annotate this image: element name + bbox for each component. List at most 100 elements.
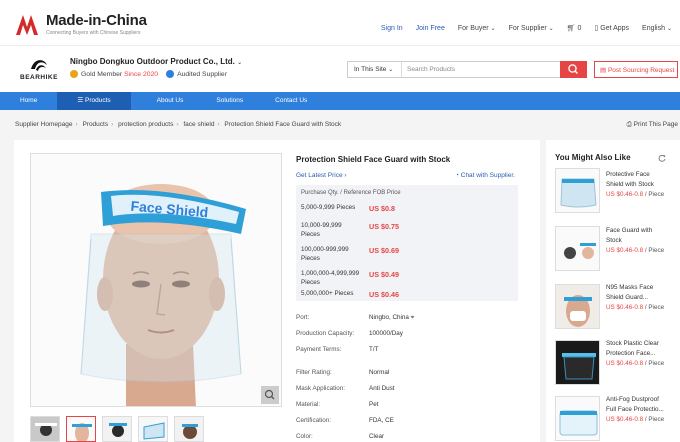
- search-input[interactable]: Search Products: [402, 62, 586, 77]
- related-product-name[interactable]: N95 Masks Face Shield Guard...: [606, 283, 668, 302]
- related-product-image[interactable]: [555, 168, 600, 213]
- price-qty: 10,000-99,999 Pieces: [301, 222, 342, 238]
- related-product-image[interactable]: [555, 284, 600, 329]
- price-value: US $0.8: [369, 204, 395, 213]
- nav-products[interactable]: ☰ Products: [57, 92, 131, 110]
- related-product-name[interactable]: Anti-Fog Dustproof Full Face Protectio..…: [606, 395, 668, 414]
- nav-about-us[interactable]: About Us: [131, 92, 199, 110]
- printer-icon: ⎙: [626, 121, 632, 128]
- gold-member-label: Gold Member: [81, 70, 123, 78]
- product-main-image[interactable]: Face Shield: [30, 153, 282, 407]
- search-scope-select[interactable]: In This Site ⌄: [348, 62, 402, 77]
- related-price-unit: / Piece: [644, 191, 665, 198]
- refresh-icon[interactable]: [658, 154, 666, 162]
- search-button[interactable]: [560, 61, 587, 78]
- related-product-price: US $0.46-0.8 / Piece: [606, 360, 664, 367]
- cart-link[interactable]: 🛒︎ 0: [567, 24, 582, 32]
- chevron-down-icon: ⌄: [237, 60, 243, 66]
- thumbnail[interactable]: [30, 416, 60, 442]
- spec-label: Mask Application:: [296, 385, 346, 392]
- thumbnail-selected[interactable]: [66, 416, 96, 442]
- print-page-link[interactable]: ⎙ Print This Page: [627, 121, 678, 129]
- breadcrumb-item[interactable]: Products: [82, 121, 108, 128]
- mannequin-face-shield-image: Face Shield: [31, 154, 281, 406]
- thumbnail[interactable]: [174, 416, 204, 442]
- related-product-image[interactable]: [555, 340, 600, 385]
- price-table: Purchase Qty. / Reference FOB Price 5,00…: [296, 185, 518, 301]
- related-products-panel: You Might Also Like Protective Face Shie…: [546, 140, 680, 442]
- price-value: US $0.49: [369, 270, 399, 279]
- chevron-right-icon: ›: [111, 121, 114, 128]
- spec-value: FDA, CE: [369, 417, 394, 424]
- menu-icon: ☰: [77, 97, 84, 104]
- spec-label: Port:: [296, 314, 310, 321]
- sign-in-link[interactable]: Sign In: [381, 25, 403, 32]
- price-qty: 1,000,000-4,999,999 Pieces: [301, 270, 360, 286]
- logo-mark-icon: [16, 15, 38, 35]
- nav-products-label: Products: [84, 97, 111, 104]
- get-apps-link[interactable]: ▯ Get Apps: [594, 24, 629, 32]
- spec-value: Normal: [369, 369, 390, 376]
- post-sourcing-request-button[interactable]: ▤ Post Sourcing Request: [594, 61, 678, 78]
- related-product-image[interactable]: [555, 226, 600, 271]
- spec-label: Material:: [296, 401, 321, 408]
- chevron-right-icon: ›: [75, 121, 78, 128]
- nav-home[interactable]: Home: [0, 92, 57, 110]
- member-since: Since 2020: [124, 70, 159, 78]
- main-nav: Home ☰ Products About Us Solutions Conta…: [0, 92, 680, 110]
- related-product-price: US $0.46-0.8 / Piece: [606, 416, 664, 423]
- price-value: US $0.46: [369, 290, 399, 299]
- chevron-down-icon: ⌄: [490, 25, 496, 32]
- product-title: Protection Shield Face Guard with Stock: [296, 155, 451, 164]
- price-value: US $0.75: [369, 222, 399, 231]
- zoom-icon: [264, 389, 275, 400]
- related-price-value: US $0.46-0.8: [606, 191, 644, 198]
- for-buyer-menu[interactable]: For Buyer ⌄: [458, 25, 496, 32]
- breadcrumb-item[interactable]: face shield: [183, 121, 214, 128]
- language-menu[interactable]: English ⌄: [642, 25, 672, 32]
- related-price-value: US $0.46-0.8: [606, 416, 644, 423]
- get-latest-price-link[interactable]: Get Latest Price ›: [296, 172, 347, 179]
- related-product-name[interactable]: Stock Plastic Clear Protection Face...: [606, 339, 668, 358]
- related-price-unit: / Piece: [644, 416, 665, 423]
- join-free-link[interactable]: Join Free: [416, 25, 445, 32]
- brand-name: BEARHIKE: [20, 74, 58, 81]
- spec-label: Filter Rating:: [296, 369, 332, 376]
- nav-contact-us[interactable]: Contact Us: [261, 92, 321, 110]
- related-product-image[interactable]: [555, 396, 600, 441]
- search-scope-label: In This Site: [354, 66, 387, 73]
- nav-solutions[interactable]: Solutions: [198, 92, 261, 110]
- breadcrumb-current: Protection Shield Face Guard with Stock: [224, 121, 342, 128]
- spec-value: 100000/Day: [369, 330, 403, 337]
- language-label: English: [642, 24, 666, 32]
- thumbnail[interactable]: [102, 416, 132, 442]
- zoom-button[interactable]: [261, 386, 279, 404]
- related-price-value: US $0.46-0.8: [606, 247, 644, 254]
- thumbnail-strip: [30, 416, 204, 442]
- spec-label: Certification:: [296, 417, 331, 424]
- company-name[interactable]: Ningbo Dongkuo Outdoor Product Co., Ltd.…: [70, 57, 242, 66]
- related-product-price: US $0.46-0.8 / Piece: [606, 247, 664, 254]
- price-table-header: Purchase Qty. / Reference FOB Price: [301, 190, 401, 196]
- logo-subtitle: Connecting Buyers with Chinese Suppliers: [46, 30, 141, 36]
- related-product-name[interactable]: Face Guard with Stock: [606, 226, 668, 245]
- for-supplier-label: For Supplier: [508, 24, 547, 32]
- phone-icon: ▯: [594, 25, 599, 32]
- brand-logo[interactable]: BEARHIKE: [16, 55, 62, 81]
- chevron-right-icon: ›: [344, 172, 347, 179]
- related-price-unit: / Piece: [644, 360, 665, 367]
- chat-with-supplier-link[interactable]: ◔ Chat with Supplier.: [455, 172, 515, 179]
- chevron-down-icon: ⌄: [388, 67, 394, 73]
- thumbnail[interactable]: [138, 416, 168, 442]
- price-qty: 5,000-9,999 Pieces: [301, 204, 356, 211]
- site-logo[interactable]: Made-in-China Connecting Buyers with Chi…: [16, 12, 147, 36]
- product-panel: Face Shield Protection Shield Face Guard…: [14, 140, 540, 442]
- for-supplier-menu[interactable]: For Supplier ⌄: [509, 25, 554, 32]
- breadcrumb-item[interactable]: Supplier Homepage: [15, 121, 72, 128]
- spec-value: Clear: [369, 433, 385, 440]
- breadcrumb-item[interactable]: protection products: [118, 121, 173, 128]
- spec-value: Ningbo, China ⌖: [369, 314, 414, 322]
- location-pin-icon: ⌖: [410, 314, 415, 321]
- related-product-price: US $0.46-0.8 / Piece: [606, 191, 664, 198]
- related-product-name[interactable]: Protective Face Shield with Stock: [606, 170, 668, 189]
